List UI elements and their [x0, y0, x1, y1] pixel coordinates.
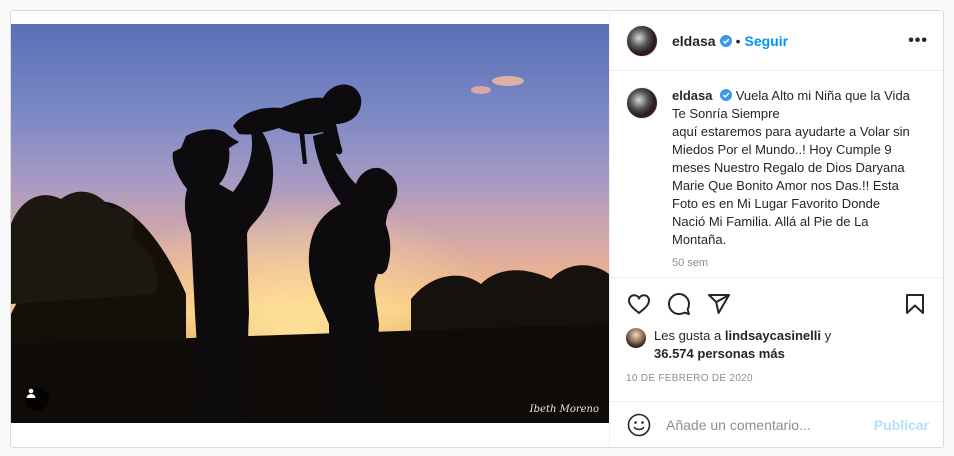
caption-body: aquí estaremos para ayudarte a Volar sin… — [672, 124, 910, 247]
verified-badge-icon — [719, 34, 732, 47]
comment-icon[interactable] — [666, 291, 692, 317]
likes-text: Les gusta a lindsaycasinelli y 36.574 pe… — [654, 327, 831, 363]
caption-time-ago[interactable]: 50 sem — [672, 257, 929, 269]
publish-button[interactable]: Publicar — [874, 417, 929, 433]
more-options-icon[interactable]: ••• — [908, 32, 928, 50]
post-card: Ibeth Moreno eldasa • Seguir ••• eldasa … — [10, 10, 944, 448]
caption-avatar[interactable] — [626, 87, 658, 119]
post-header: eldasa • Seguir ••• — [610, 11, 943, 71]
caption-text: eldasa Vuela Alto mi Niña que la Vida Te… — [672, 87, 912, 249]
silhouette-scene — [11, 24, 609, 423]
avatar[interactable] — [626, 24, 658, 57]
emoji-icon[interactable] — [626, 412, 652, 438]
liker-username[interactable]: lindsaycasinelli — [725, 328, 821, 343]
likes-others-link[interactable]: 36.574 personas más — [654, 346, 785, 361]
user-tag-icon[interactable] — [25, 387, 49, 411]
share-icon[interactable] — [706, 291, 732, 317]
separator-dot: • — [735, 32, 741, 49]
caption-row: eldasa Vuela Alto mi Niña que la Vida Te… — [626, 87, 929, 249]
action-bar — [626, 289, 928, 319]
post-sidebar: eldasa • Seguir ••• eldasa Vuela Alto mi… — [609, 11, 943, 447]
photo-watermark: Ibeth Moreno — [529, 404, 599, 415]
bookmark-icon[interactable] — [902, 291, 928, 317]
comment-bar: Publicar — [610, 401, 943, 447]
caption-username[interactable]: eldasa — [672, 88, 712, 103]
caption-area: eldasa Vuela Alto mi Niña que la Vida Te… — [610, 71, 943, 278]
likes-conjunction: y — [824, 328, 832, 343]
comment-input[interactable] — [666, 417, 866, 433]
verified-badge-icon — [720, 89, 733, 101]
heart-icon[interactable] — [626, 291, 652, 317]
likes-summary: Les gusta a lindsaycasinelli y 36.574 pe… — [626, 327, 831, 363]
liker-avatar[interactable] — [626, 328, 646, 348]
follow-button[interactable]: Seguir — [745, 33, 789, 49]
likes-prefix: Les gusta a — [654, 328, 722, 343]
header-username[interactable]: eldasa — [672, 33, 716, 49]
post-photo[interactable]: Ibeth Moreno — [11, 24, 609, 423]
post-date[interactable]: 10 DE FEBRERO DE 2020 — [626, 373, 753, 384]
